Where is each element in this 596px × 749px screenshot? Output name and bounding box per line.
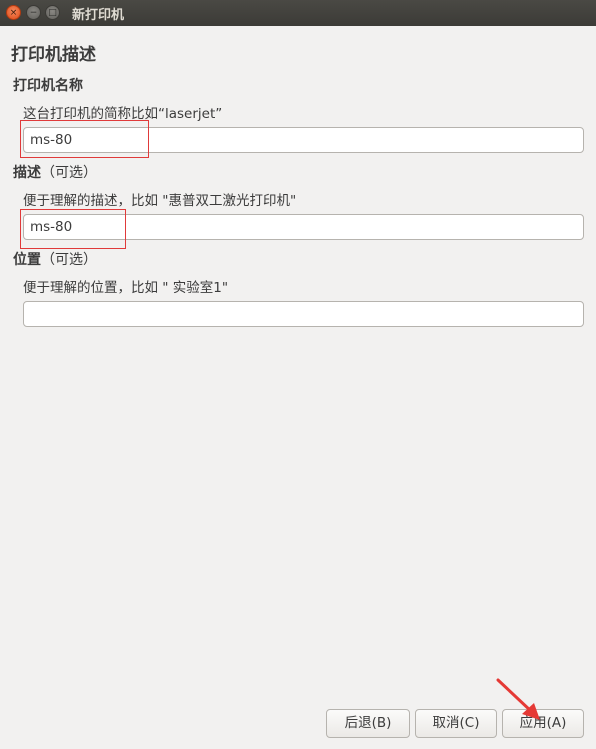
cancel-button[interactable]: 取消(C) xyxy=(415,709,497,738)
close-window-button[interactable]: × xyxy=(6,5,21,20)
maximize-window-button[interactable]: □ xyxy=(45,5,60,20)
description-label: 描述（可选） xyxy=(13,162,97,182)
description-optional-text: （可选） xyxy=(41,165,97,181)
description-hint: 便于理解的描述，比如 "惠普双工激光打印机" xyxy=(23,193,297,209)
location-hint: 便于理解的位置，比如 " 实验室1" xyxy=(23,280,229,296)
minimize-window-button[interactable]: − xyxy=(26,5,41,20)
location-label: 位置（可选） xyxy=(13,249,97,269)
location-input[interactable] xyxy=(23,301,584,327)
description-label-text: 描述 xyxy=(13,165,41,181)
printer-name-label: 打印机名称 xyxy=(13,78,83,94)
annotation-arrow-icon xyxy=(496,678,540,720)
back-button[interactable]: 后退(B) xyxy=(326,709,410,738)
location-label-text: 位置 xyxy=(13,252,41,268)
printer-name-hint: 这台打印机的简称比如“laserjet” xyxy=(23,106,223,122)
window-titlebar: × − □ 新打印机 xyxy=(0,0,596,26)
location-optional-text: （可选） xyxy=(41,252,97,268)
printer-name-input[interactable] xyxy=(23,127,584,153)
page-title: 打印机描述 xyxy=(11,45,96,65)
description-input[interactable] xyxy=(23,214,584,240)
window-title: 新打印机 xyxy=(72,8,125,23)
